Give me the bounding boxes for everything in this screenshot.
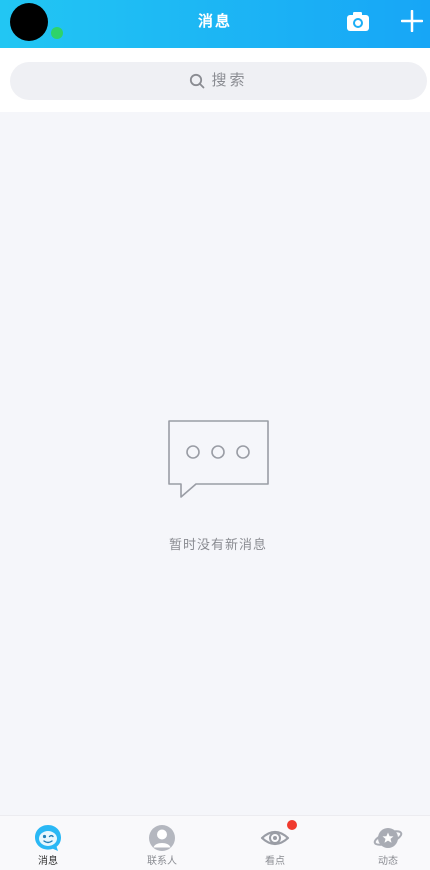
tab-messages[interactable]: 消息: [8, 816, 88, 870]
chat-bubble-icon: [168, 420, 269, 498]
planet-star-icon: [373, 828, 403, 848]
bubble-dot: [211, 445, 225, 459]
top-bar: 消息: [0, 0, 430, 48]
tab-label: 动态: [378, 856, 398, 867]
message-icon: [35, 825, 61, 851]
tab-label: 看点: [265, 856, 285, 867]
plus-icon[interactable]: [401, 10, 423, 32]
tab-label: 联系人: [147, 856, 177, 867]
contacts-icon: [149, 825, 175, 851]
tab-contacts[interactable]: 联系人: [122, 816, 202, 870]
search-section: 搜索: [0, 48, 430, 112]
tab-moments[interactable]: 动态: [348, 816, 428, 870]
camera-icon[interactable]: [346, 10, 370, 32]
bubble-outline: [168, 420, 269, 498]
bottom-tab-bar: 消息 联系人 看点 动态: [0, 815, 430, 870]
bubble-dot: [236, 445, 250, 459]
plus-strokes: [401, 10, 423, 32]
search-bar[interactable]: 搜索: [10, 62, 427, 100]
camera-lens: [355, 20, 361, 26]
search-icon: [190, 73, 205, 89]
empty-state-message: 暂时没有新消息: [168, 537, 267, 552]
tab-label: 消息: [38, 856, 58, 867]
bubble-dot: [186, 445, 200, 459]
tab-watch[interactable]: 看点: [235, 816, 315, 870]
message-list[interactable]: 暂时没有新消息: [0, 112, 430, 815]
search-label: 搜索: [211, 72, 248, 89]
notification-badge: [287, 820, 297, 830]
eye-icon: [260, 830, 290, 846]
